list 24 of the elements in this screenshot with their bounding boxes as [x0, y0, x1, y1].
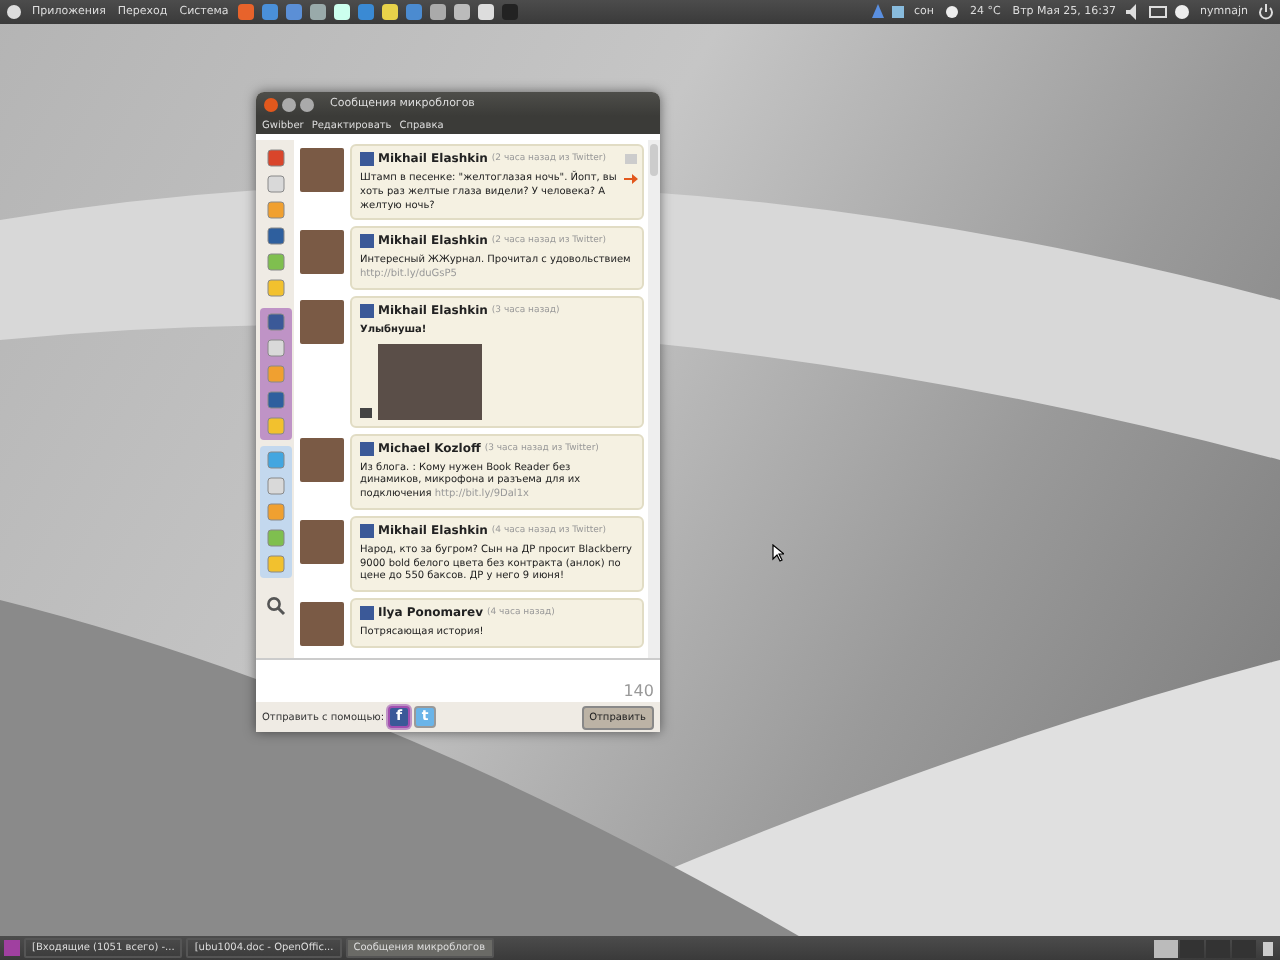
launcher-icon[interactable]	[332, 2, 353, 22]
mail-icon[interactable]	[1148, 2, 1169, 22]
maximize-icon[interactable]	[300, 97, 314, 111]
workspace-switcher[interactable]	[1154, 939, 1256, 957]
scrollbar[interactable]	[648, 140, 660, 658]
minimize-icon[interactable]	[282, 97, 296, 111]
launcher-icon[interactable]	[380, 2, 401, 22]
launcher-icon[interactable]	[428, 2, 449, 22]
launcher-icon[interactable]	[452, 2, 473, 22]
power-icon[interactable]	[1256, 2, 1276, 22]
avatar-photo-placeholder	[300, 437, 344, 481]
avatar-photo-placeholder	[300, 230, 344, 275]
character-counter: 140	[623, 682, 654, 700]
mouse-pointer-icon	[772, 544, 784, 562]
avatar-photo-placeholder	[300, 148, 344, 192]
close-icon[interactable]	[264, 97, 278, 111]
scroll-thumb[interactable]	[650, 144, 658, 176]
search-icon[interactable]	[265, 596, 285, 616]
launcher-icon[interactable]	[476, 2, 497, 22]
avatar-photo-placeholder	[300, 299, 344, 344]
forward-arrow-icon[interactable]	[624, 172, 638, 186]
launcher-icon[interactable]	[308, 2, 329, 22]
avatar-photo-placeholder	[300, 602, 344, 646]
avatar-photo-placeholder	[300, 519, 344, 564]
